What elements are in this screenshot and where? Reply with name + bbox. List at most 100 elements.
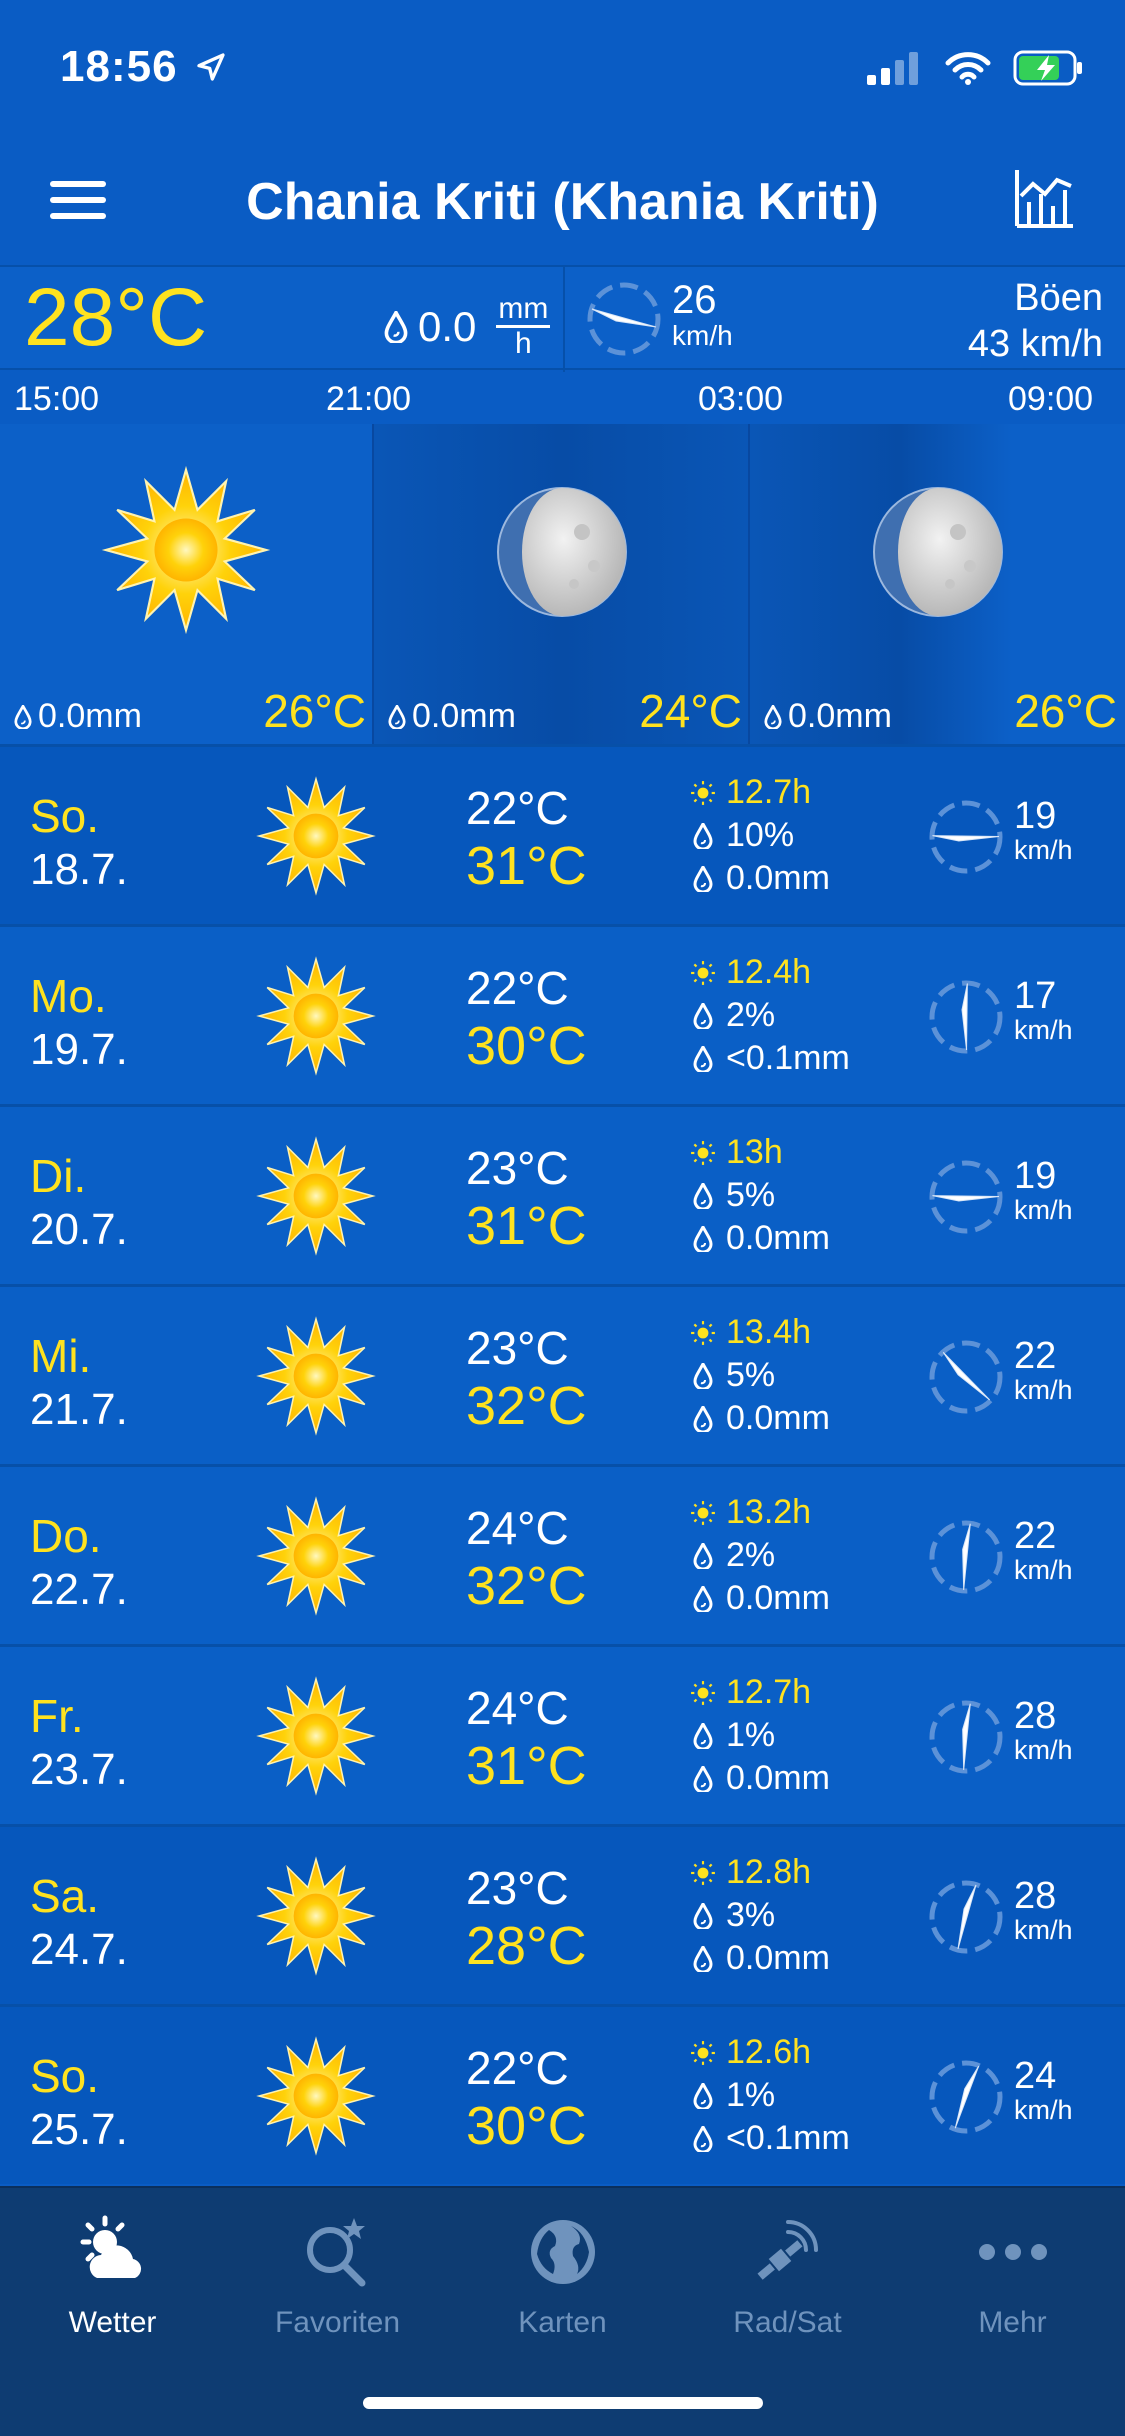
sunshine-icon bbox=[690, 1860, 716, 1886]
raindrop-icon bbox=[693, 1226, 713, 1252]
precip-amount-line: <0.1mm bbox=[690, 1037, 850, 1080]
chart-diagram-icon[interactable] bbox=[1011, 166, 1077, 232]
day-details: 13.4h 5% 0.0mm bbox=[690, 1311, 830, 1440]
day-date: 23.7. bbox=[30, 1745, 128, 1794]
raindrop-icon bbox=[693, 1003, 713, 1029]
tab-wetter[interactable]: Wetter bbox=[0, 2212, 225, 2340]
day-row[interactable]: Mi. 21.7. 23°C 32°C 13.4h 5% 0.0mm 22 km/h bbox=[0, 1284, 1125, 1464]
battery-charging-icon bbox=[1013, 50, 1082, 86]
current-rain: 0.0 mm h bbox=[384, 293, 551, 360]
day-max-temp: 30°C bbox=[466, 2096, 587, 2156]
day-date: 25.7. bbox=[30, 2105, 128, 2154]
raindrop-icon bbox=[693, 2126, 713, 2152]
precip-probability: 1% bbox=[726, 2076, 776, 2114]
day-row[interactable]: So. 18.7. 22°C 31°C 12.7h 10% 0.0mm 19 km/h bbox=[0, 744, 1125, 924]
wind-unit: km/h bbox=[1014, 1195, 1073, 1225]
tab-label: Favoriten bbox=[274, 2306, 401, 2339]
precip-prob-line: 2% bbox=[690, 994, 850, 1037]
app-header: Chania Kriti (Khania Kriti) bbox=[0, 140, 1125, 265]
day-row[interactable]: Do. 22.7. 24°C 32°C 13.2h 2% 0.0mm 22 km/h bbox=[0, 1464, 1125, 1644]
precip-probability: 1% bbox=[726, 1716, 776, 1754]
sunshine-icon bbox=[690, 1500, 716, 1526]
status-bar: 18:56 bbox=[0, 0, 1125, 140]
sun-icon bbox=[255, 1135, 377, 1257]
tab-karten[interactable]: Karten bbox=[450, 2212, 675, 2340]
precip-amount-line: 0.0mm bbox=[690, 1217, 830, 1260]
hourly-slot[interactable]: 0.0mm 26°C bbox=[750, 424, 1125, 744]
wifi-icon bbox=[945, 52, 991, 85]
precip-amount: 0.0mm bbox=[726, 1399, 830, 1437]
sunshine-line: 12.4h bbox=[690, 951, 850, 994]
wind-unit: km/h bbox=[1014, 1735, 1073, 1765]
day-max-temp: 31°C bbox=[466, 1736, 587, 1796]
tab-mehr[interactable]: Mehr bbox=[900, 2212, 1125, 2340]
moon-icon bbox=[873, 487, 1003, 617]
hourly-temperature: 26°C bbox=[1014, 685, 1117, 737]
sunshine-hours: 13h bbox=[726, 1133, 783, 1171]
precip-prob-line: 1% bbox=[690, 2074, 850, 2117]
precip-amount: <0.1mm bbox=[726, 2119, 850, 2157]
wind-direction-icon bbox=[926, 1337, 1006, 1417]
tab-label: Karten bbox=[518, 2306, 607, 2339]
location-title[interactable]: Chania Kriti (Khania Kriti) bbox=[0, 172, 1125, 232]
day-min-temp: 23°C bbox=[466, 1322, 569, 1374]
sun-icon bbox=[255, 955, 377, 1077]
daily-forecast-list[interactable]: So. 18.7. 22°C 31°C 12.7h 10% 0.0mm 19 km/h Mo. 19… bbox=[0, 744, 1125, 2184]
location-arrow-icon bbox=[197, 53, 225, 81]
clock-text: 18:56 bbox=[60, 42, 178, 91]
day-date: 22.7. bbox=[30, 1565, 128, 1614]
precip-prob-line: 10% bbox=[690, 814, 830, 857]
raindrop-icon bbox=[693, 823, 713, 849]
gusts-label: Böen bbox=[1014, 277, 1103, 319]
day-row[interactable]: Sa. 24.7. 23°C 28°C 12.8h 3% 0.0mm 28 km/h bbox=[0, 1824, 1125, 2004]
day-row[interactable]: So. 25.7. 22°C 30°C 12.6h 1% <0.1mm 24 km/h bbox=[0, 2004, 1125, 2184]
day-wind: 28 km/h bbox=[1014, 1697, 1073, 1765]
day-wind: 19 km/h bbox=[1014, 797, 1073, 865]
precip-prob-line: 2% bbox=[690, 1534, 830, 1577]
cellular-signal-icon bbox=[867, 52, 918, 85]
wind-direction-icon bbox=[926, 977, 1006, 1057]
day-row[interactable]: Di. 20.7. 23°C 31°C 13h 5% 0.0mm 19 km/h bbox=[0, 1104, 1125, 1284]
precip-probability: 2% bbox=[726, 1536, 776, 1574]
gusts-value: 43 km/h bbox=[967, 323, 1103, 365]
current-rain-value: 0.0 bbox=[418, 302, 477, 350]
day-min-temp: 22°C bbox=[466, 2042, 569, 2094]
day-wind: 19 km/h bbox=[1014, 1157, 1073, 1225]
raindrop-icon bbox=[693, 1363, 713, 1389]
tab-favoriten[interactable]: Favoriten bbox=[225, 2212, 450, 2340]
sunshine-line: 13.4h bbox=[690, 1311, 830, 1354]
sunshine-line: 12.7h bbox=[690, 1671, 830, 1714]
raindrop-icon bbox=[14, 705, 32, 729]
wind-speed: 22 bbox=[1014, 1335, 1057, 1377]
precip-amount-line: 0.0mm bbox=[690, 1937, 830, 1980]
current-conditions[interactable]: 28°C 0.0 mm h 26 km/h Böen 43 km/h bbox=[0, 265, 1125, 372]
hourly-temperature: 24°C bbox=[639, 685, 742, 737]
divider bbox=[563, 267, 565, 372]
wind-direction-icon bbox=[926, 797, 1006, 877]
raindrop-icon bbox=[693, 1183, 713, 1209]
tab-label: Mehr bbox=[978, 2306, 1047, 2339]
sunshine-icon bbox=[690, 1140, 716, 1166]
hourly-slot[interactable]: 0.0mm 24°C bbox=[374, 424, 750, 744]
day-max-temp: 31°C bbox=[466, 836, 587, 896]
raindrop-icon bbox=[693, 1903, 713, 1929]
sunshine-line: 13h bbox=[690, 1131, 830, 1174]
tab-rad-sat[interactable]: Rad/Sat bbox=[675, 2212, 900, 2340]
raindrop-icon bbox=[764, 705, 782, 729]
day-details: 12.7h 1% 0.0mm bbox=[690, 1671, 830, 1800]
status-icons bbox=[867, 50, 1085, 86]
day-wind: 22 km/h bbox=[1014, 1337, 1073, 1405]
wind-speed: 28 bbox=[1014, 1875, 1057, 1917]
day-row[interactable]: Fr. 23.7. 24°C 31°C 12.7h 1% 0.0mm 28 km/h bbox=[0, 1644, 1125, 1824]
sun-icon bbox=[100, 464, 272, 636]
hourly-temperature: 26°C bbox=[263, 685, 366, 737]
sunshine-line: 13.2h bbox=[690, 1491, 830, 1534]
day-date: 19.7. bbox=[30, 1025, 128, 1074]
hourly-rain: 0.0mm bbox=[14, 697, 142, 736]
wind-unit: km/h bbox=[1014, 1015, 1073, 1045]
hourly-forecast[interactable]: 15:00 21:00 03:00 09:00 0.0mm 26°C 0.0mm… bbox=[0, 372, 1125, 744]
day-row[interactable]: Mo. 19.7. 22°C 30°C 12.4h 2% <0.1mm 17 km/h bbox=[0, 924, 1125, 1104]
rain-unit-num: mm bbox=[496, 293, 551, 328]
hourly-slot[interactable]: 0.0mm 26°C bbox=[0, 424, 374, 744]
day-wind: 28 km/h bbox=[1014, 1877, 1073, 1945]
